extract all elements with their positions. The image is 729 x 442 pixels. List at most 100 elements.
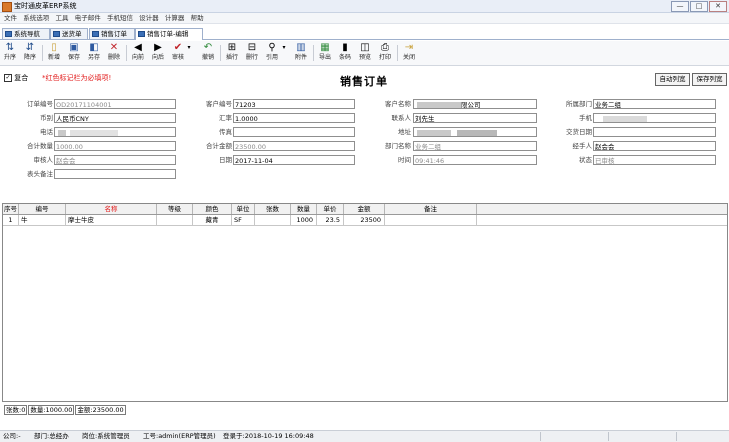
sort-asc-icon: ⇅ [5, 42, 15, 53]
prev-button[interactable]: ◀ 向前 [129, 42, 147, 64]
close-window-button[interactable]: ✕ [709, 1, 727, 12]
sort-desc-button[interactable]: ⇵ 降序 [21, 42, 39, 64]
status-label: 状态 [579, 156, 592, 164]
menu-calculator[interactable]: 计算器 [165, 13, 185, 23]
cell-grade[interactable] [157, 215, 193, 225]
mobile-field[interactable] [593, 113, 716, 123]
col-header-name[interactable]: 名称 [66, 204, 157, 214]
menu-help[interactable]: 帮助 [191, 13, 204, 23]
approve-dropdown[interactable]: ▾ [185, 42, 193, 64]
save-column-width-button[interactable]: 保存列宽 [692, 73, 727, 86]
status-login-time: 登录于:2018-10-19 16:09:48 [223, 432, 314, 440]
tab-system-nav[interactable]: 系统导航 [2, 28, 50, 39]
save-icon: ▣ [69, 42, 79, 53]
sort-asc-button[interactable]: ⇅ 升序 [1, 42, 19, 64]
customer-name-field[interactable]: 限公司 [413, 99, 537, 109]
save-button[interactable]: ▣ 保存 [65, 42, 83, 64]
maximize-button[interactable]: □ [690, 1, 708, 12]
col-header-amount[interactable]: 金额 [344, 204, 385, 214]
composite-checkbox[interactable]: ✓ 复合 [4, 73, 28, 83]
col-header-note[interactable]: 备注 [385, 204, 477, 214]
dept-name-field[interactable]: 业务二组 [413, 141, 537, 151]
col-header-code[interactable]: 编号 [19, 204, 66, 214]
barcode-button[interactable]: ▮ 条码 [336, 42, 354, 64]
cell-note[interactable] [385, 215, 477, 225]
date-field[interactable]: 2017-11-04 [233, 155, 355, 165]
page-title: 销售订单 [340, 75, 388, 88]
next-button[interactable]: ▶ 向后 [149, 42, 167, 64]
status-position: 岗位:系统管理员 [82, 432, 130, 440]
contact-field[interactable]: 刘先生 [413, 113, 537, 123]
new-button[interactable]: ▯ 新增 [45, 42, 63, 64]
reference-button[interactable]: ⚲ 引用 [263, 42, 281, 64]
preview-icon: ◫ [360, 42, 370, 53]
detail-grid[interactable]: 序号 编号 名称 等级 颜色 单位 张数 数量 单价 金额 备注 1 牛 摩士牛… [2, 203, 728, 402]
menu-tools[interactable]: 工具 [55, 13, 68, 23]
customer-no-field[interactable]: 71203 [233, 99, 355, 109]
total-amount-field[interactable]: 23500.00 [233, 141, 355, 151]
reference-dropdown[interactable]: ▾ [280, 42, 288, 64]
col-header-color[interactable]: 颜色 [193, 204, 232, 214]
col-header-seq[interactable]: 序号 [3, 204, 19, 214]
attachment-button[interactable]: ▥ 附件 [292, 42, 310, 64]
insert-row-button[interactable]: ⊞ 插行 [223, 42, 241, 64]
total-qty-field[interactable]: 1000.00 [54, 141, 176, 151]
cell-price[interactable]: 23.5 [317, 215, 344, 225]
cell-qty[interactable]: 1000 [291, 215, 317, 225]
menu-sms[interactable]: 手机短信 [107, 13, 133, 23]
menu-file[interactable]: 文件 [4, 13, 17, 23]
phone-field[interactable] [54, 127, 176, 137]
minimize-button[interactable]: — [671, 1, 689, 12]
delete-row-button[interactable]: ⊟ 删行 [243, 42, 261, 64]
menu-system-options[interactable]: 系统选项 [23, 13, 49, 23]
remark-field[interactable] [54, 169, 176, 179]
preview-button[interactable]: ◫ 预览 [356, 42, 374, 64]
redacted-block [58, 129, 66, 136]
delete-button[interactable]: ✕ 删除 [105, 42, 123, 64]
tab-delivery[interactable]: 送货单 [50, 28, 88, 39]
delivery-date-field[interactable] [593, 127, 716, 137]
col-header-unit[interactable]: 单位 [232, 204, 255, 214]
cell-color[interactable]: 藏青 [193, 215, 232, 225]
print-button[interactable]: ⎙ 打印 [376, 42, 394, 64]
order-no-field[interactable]: OD20171104001 [54, 99, 176, 109]
barcode-icon: ▮ [342, 42, 348, 53]
col-header-price[interactable]: 单价 [317, 204, 344, 214]
close-doc-icon: ⇥ [404, 42, 414, 53]
cell-unit[interactable]: SF [232, 215, 255, 225]
save-as-button[interactable]: ◧ 另存 [85, 42, 103, 64]
status-user: 工号:admin(ERP管理员) [143, 432, 216, 440]
time-field[interactable]: 09:41:46 [413, 155, 537, 165]
checkbox-box[interactable]: ✓ [4, 74, 12, 82]
address-field[interactable] [413, 127, 537, 137]
close-doc-button[interactable]: ⇥ 关闭 [400, 42, 418, 64]
cell-amount[interactable]: 23500 [344, 215, 385, 225]
reviewer-field[interactable]: 赵会会 [54, 155, 176, 165]
tab-sales-order[interactable]: 销售订单 [89, 28, 135, 39]
fax-field[interactable] [233, 127, 355, 137]
handler-field[interactable]: 赵会会 [593, 141, 716, 151]
currency-field[interactable]: 人民币CNY [54, 113, 176, 123]
delete-icon: ✕ [109, 42, 119, 53]
cell-sheets[interactable] [255, 215, 291, 225]
cell-seq[interactable]: 1 [3, 215, 19, 225]
cell-code[interactable]: 牛 [19, 215, 66, 225]
dept-field[interactable]: 业务二组 [593, 99, 716, 109]
col-header-qty[interactable]: 数量 [291, 204, 317, 214]
menu-email[interactable]: 电子邮件 [75, 13, 101, 23]
menu-designer[interactable]: 设计器 [139, 13, 159, 23]
handler-label: 经手人 [572, 142, 593, 150]
undo-icon: ↶ [203, 42, 213, 53]
tab-sales-order-edit[interactable]: 销售订单-编辑 [135, 28, 203, 40]
col-header-grade[interactable]: 等级 [157, 204, 193, 214]
col-header-sheets[interactable]: 张数 [255, 204, 291, 214]
auto-column-width-button[interactable]: 自动列宽 [655, 73, 690, 86]
required-hint: *红色标记栏为必填项! [42, 74, 112, 82]
undo-button[interactable]: ↶ 撤销 [199, 42, 217, 64]
rate-field[interactable]: 1.0000 [233, 113, 355, 123]
export-button[interactable]: ▦ 导出 [316, 42, 334, 64]
table-row[interactable]: 1 牛 摩士牛皮 藏青 SF 1000 23.5 23500 [3, 215, 727, 226]
time-label: 时间 [398, 156, 411, 164]
status-field[interactable]: 已审核 [593, 155, 716, 165]
cell-name[interactable]: 摩士牛皮 [66, 215, 157, 225]
